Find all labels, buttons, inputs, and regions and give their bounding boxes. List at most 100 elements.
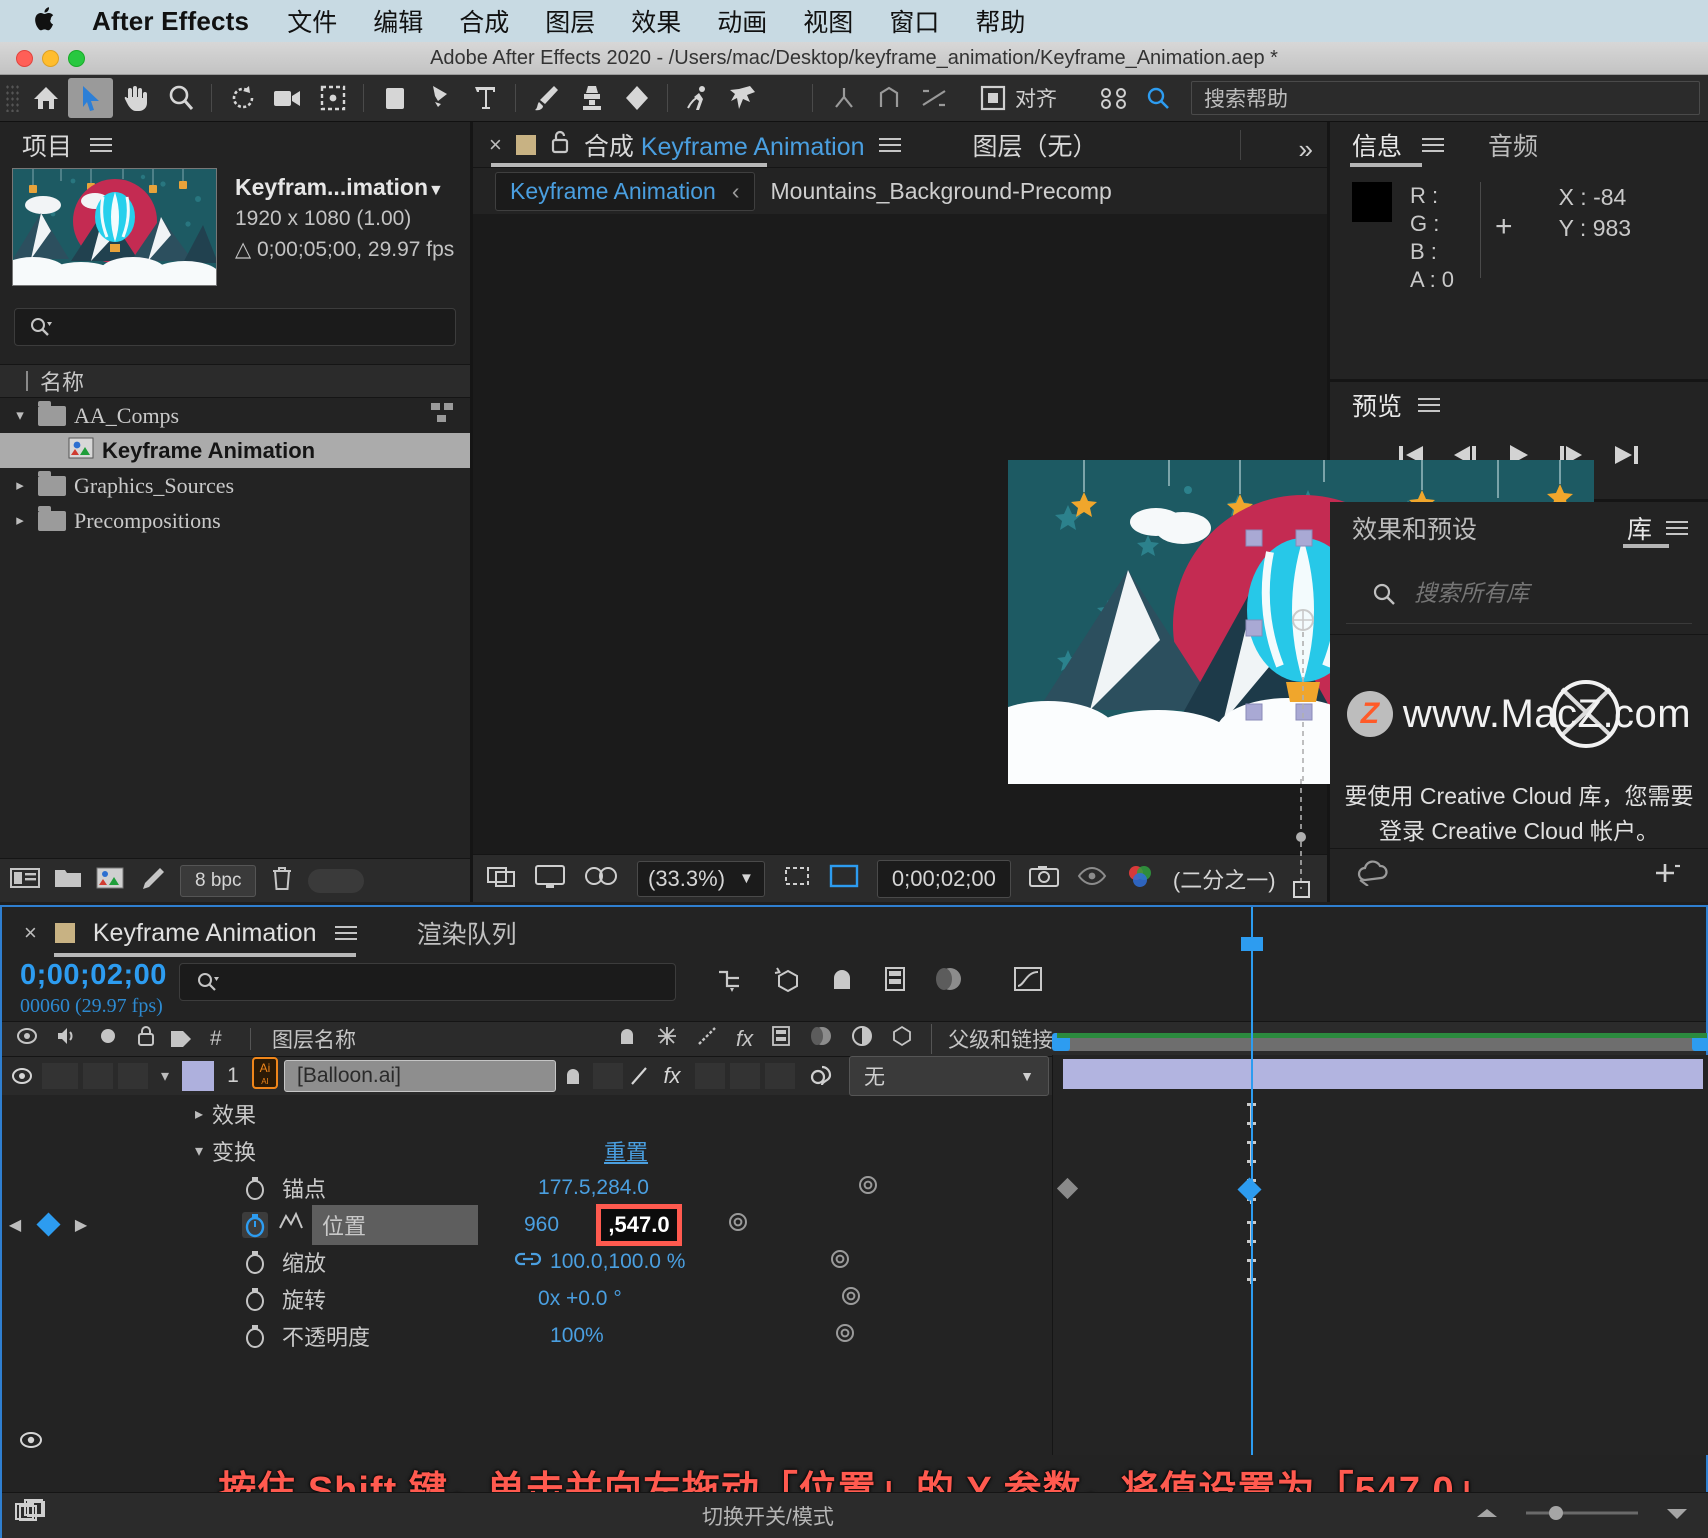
graph-editor-property-icon[interactable] <box>278 1210 304 1240</box>
effects-switch-icon[interactable]: fx <box>736 1026 753 1052</box>
keyframe-navigator-icon[interactable] <box>855 1173 881 1203</box>
timeline-current-time[interactable]: 0;00;02;00 00060 (29.97 fps) <box>20 959 167 1018</box>
stopwatch-icon[interactable] <box>242 1249 268 1275</box>
rotation-tool-icon[interactable] <box>220 78 265 118</box>
breadcrumb-next[interactable]: Mountains_Background-Precomp <box>771 178 1112 205</box>
property-value[interactable]: 100.0,100.0 % <box>550 1250 685 1274</box>
toggle-switches-modes-label[interactable]: 切换开关/模式 <box>702 1501 834 1531</box>
keyframe-navigator-icon[interactable] <box>838 1284 864 1314</box>
clone-stamp-tool-icon[interactable] <box>569 78 614 118</box>
region-of-interest-icon[interactable] <box>783 864 811 893</box>
menu-animation[interactable]: 动画 <box>717 3 767 39</box>
quality-switch-icon[interactable] <box>696 1025 718 1053</box>
collapse-switch-icon[interactable] <box>656 1025 678 1053</box>
audio-toggle-icon[interactable] <box>56 1026 80 1052</box>
brush-tool-icon[interactable] <box>524 78 569 118</box>
layer-frame-blend-switch[interactable] <box>695 1063 725 1089</box>
label-column-icon[interactable] <box>152 1029 210 1049</box>
toolbar-grip[interactable] <box>5 84 19 112</box>
interpret-footage-icon[interactable] <box>10 866 40 895</box>
chevron-down-icon[interactable]: ▾ <box>10 406 30 425</box>
lock-icon[interactable] <box>550 130 570 159</box>
selection-tool-icon[interactable] <box>68 78 113 118</box>
playhead-handle[interactable] <box>1241 937 1263 951</box>
timeline-footer-left-icon[interactable] <box>14 1497 48 1530</box>
property-value-y-highlighted[interactable]: ,547.0 <box>596 1204 682 1246</box>
shy-switch-icon[interactable] <box>616 1025 638 1053</box>
project-column-header[interactable]: 名称 <box>0 364 470 398</box>
transparency-grid-icon[interactable] <box>829 863 859 894</box>
layer-quality-switch[interactable] <box>623 1065 655 1087</box>
chevron-right-icon[interactable]: ▸ <box>10 511 30 530</box>
tab-effects-presets[interactable]: 效果和预设 <box>1352 510 1477 546</box>
parent-select[interactable]: 无 ▼ <box>849 1056 1049 1096</box>
new-composition-icon[interactable] <box>96 866 124 895</box>
roto-brush-tool-icon[interactable] <box>676 78 721 118</box>
layer-effects-switch[interactable]: fx <box>655 1063 689 1089</box>
chevron-right-icon[interactable]: ▸ <box>10 476 30 495</box>
keyframe-indicator[interactable] <box>28 1212 68 1237</box>
project-search-input[interactable] <box>14 308 456 346</box>
keyframe-marker-current[interactable] <box>1237 1177 1262 1202</box>
keyframe-navigator-icon[interactable] <box>827 1247 853 1277</box>
menu-layer[interactable]: 图层 <box>545 3 595 39</box>
project-settings-icon[interactable] <box>138 866 166 895</box>
close-tab-icon[interactable]: × <box>489 132 502 158</box>
property-value-x[interactable]: 960 <box>524 1213 559 1237</box>
link-icon[interactable] <box>514 1248 542 1276</box>
adjustment-switch-icon[interactable] <box>851 1025 873 1053</box>
parent-pickwhip-icon[interactable] <box>795 1064 849 1088</box>
layer-solo-toggle[interactable] <box>83 1063 113 1089</box>
stopwatch-icon[interactable] <box>242 1175 268 1201</box>
property-value[interactable]: 100% <box>550 1324 604 1348</box>
next-keyframe-arrow-icon[interactable]: ▶ <box>68 1215 94 1235</box>
align-distribute-icon[interactable] <box>911 78 956 118</box>
composition-viewer[interactable] <box>473 214 1594 898</box>
home-icon[interactable] <box>23 78 68 118</box>
layer-tab[interactable]: 图层（无） <box>973 127 1098 163</box>
hand-tool-icon[interactable] <box>113 78 158 118</box>
menu-window[interactable]: 窗口 <box>889 3 939 39</box>
zoom-in-icon[interactable] <box>1664 1501 1690 1531</box>
layer-label-color[interactable] <box>182 1061 214 1091</box>
pan-behind-tool-icon[interactable] <box>310 78 355 118</box>
tab-render-queue[interactable]: 渲染队列 <box>417 915 517 951</box>
timeline-tab-name[interactable]: Keyframe Animation <box>93 919 317 948</box>
tab-preview[interactable]: 预览 <box>1352 387 1402 423</box>
timeline-graph-area[interactable] <box>1052 907 1708 1455</box>
list-item-keyframe-animation[interactable]: Keyframe Animation <box>0 433 470 468</box>
project-panel-menu-icon[interactable] <box>90 134 113 156</box>
layer-video-toggle[interactable] <box>2 1066 42 1086</box>
menu-effect[interactable]: 效果 <box>631 3 681 39</box>
layer-adjustment-switch[interactable] <box>765 1063 795 1089</box>
comp-name-label[interactable]: Keyfram...imation▼ <box>235 174 454 201</box>
new-folder-icon[interactable] <box>54 866 82 895</box>
timeline-search-input[interactable] <box>178 963 676 1001</box>
breadcrumb-active[interactable]: Keyframe Animation ‹ <box>495 171 755 211</box>
show-snapshot-icon[interactable] <box>1077 865 1107 892</box>
search-help-input[interactable]: 搜索帮助 <box>1191 81 1700 115</box>
cloud-sync-icon[interactable] <box>1356 860 1392 891</box>
preview-panel-menu-icon[interactable] <box>1418 394 1441 416</box>
zoom-out-icon[interactable] <box>1474 1501 1500 1531</box>
layer-shy-switch[interactable] <box>556 1065 590 1087</box>
library-search-input[interactable] <box>1414 580 1664 607</box>
chevron-right-icon[interactable]: ▸ <box>186 1104 212 1124</box>
motion-blur-icon[interactable] <box>934 965 964 998</box>
tab-libraries[interactable]: 库 <box>1627 510 1652 546</box>
zoom-level-select[interactable]: (33.3%) ▼ <box>637 860 765 897</box>
tab-info[interactable]: 信息 <box>1352 127 1402 163</box>
list-item[interactable]: ▸ Graphics_Sources <box>0 468 470 503</box>
snapshot-icon[interactable] <box>1028 864 1059 893</box>
menu-edit[interactable]: 编辑 <box>373 3 423 39</box>
info-panel-menu-icon[interactable] <box>1422 134 1445 156</box>
last-frame-button[interactable] <box>1612 443 1642 472</box>
property-value[interactable]: 0x +0.0 ° <box>538 1287 622 1311</box>
camera-tool-icon[interactable] <box>265 78 310 118</box>
library-search[interactable] <box>1346 564 1692 624</box>
apple-logo-icon[interactable] <box>34 5 58 38</box>
menu-view[interactable]: 视图 <box>803 3 853 39</box>
stopwatch-icon[interactable] <box>242 1323 268 1349</box>
snapping-toggle[interactable]: 对齐 <box>980 83 1057 113</box>
3d-view-icon[interactable] <box>583 865 619 892</box>
